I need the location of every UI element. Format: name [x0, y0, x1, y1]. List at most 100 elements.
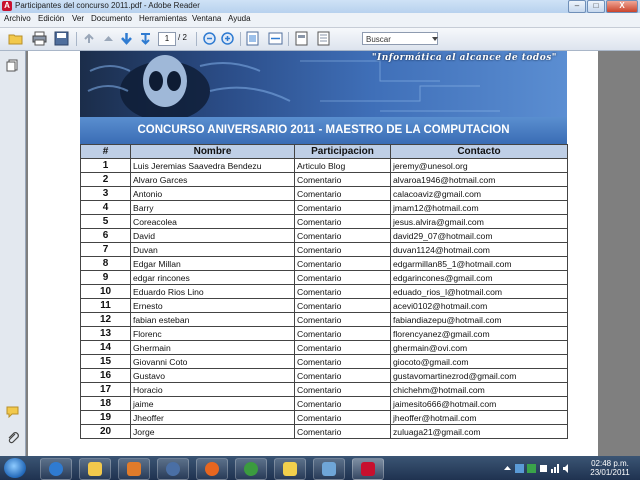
- row-number: 15: [80, 354, 131, 369]
- contact-email: giocoto@gmail.com: [390, 354, 568, 369]
- last-page-icon[interactable]: [138, 31, 153, 46]
- participation-type: Comentario: [294, 242, 391, 257]
- column-header-name: Nombre: [130, 144, 295, 159]
- close-button[interactable]: X: [606, 0, 638, 13]
- participation-type: Comentario: [294, 228, 391, 243]
- participation-type: Comentario: [294, 298, 391, 313]
- full-screen-icon[interactable]: [316, 31, 331, 46]
- chrome-button[interactable]: [235, 458, 267, 480]
- table-row: 3 Antonio Comentario calacoaviz@gmail.com: [80, 186, 568, 201]
- row-number: 20: [80, 424, 131, 439]
- participant-name: Alvaro Garces: [130, 172, 295, 187]
- table-row: 11 Ernesto Comentario acevi0102@hotmail.com: [80, 298, 568, 313]
- firefox-button[interactable]: [196, 458, 228, 480]
- explorer-folder-button[interactable]: [79, 458, 111, 480]
- participation-type: Comentario: [294, 186, 391, 201]
- fit-width-icon[interactable]: [268, 31, 283, 46]
- contact-email: fabiandiazepu@hotmail.com: [390, 312, 568, 327]
- zoom-out-icon[interactable]: [202, 31, 217, 46]
- network-app-button[interactable]: [313, 458, 345, 480]
- menu-bar: Archivo Edición Ver Documento Herramient…: [0, 13, 640, 28]
- participant-name: fabian esteban: [130, 312, 295, 327]
- column-header-contact: Contacto: [390, 144, 568, 159]
- page-number-input[interactable]: 1: [158, 32, 176, 46]
- table-row: 16 Gustavo Comentario gustavomartinezrod@gm…: [80, 368, 568, 383]
- fit-page-icon[interactable]: [245, 31, 260, 46]
- contact-email: duvan1124@hotmail.com: [390, 242, 568, 257]
- table-row: 7 Duvan Comentario duvan1124@hotmail.com: [80, 242, 568, 257]
- participation-type: Comentario: [294, 312, 391, 327]
- participation-type: Comentario: [294, 368, 391, 383]
- menu-ayuda[interactable]: Ayuda: [228, 14, 251, 23]
- attachments-icon[interactable]: [6, 431, 19, 444]
- network-icon[interactable]: [551, 464, 560, 473]
- zoom-in-icon[interactable]: [220, 31, 235, 46]
- show-hidden-icons-icon[interactable]: [503, 464, 512, 473]
- system-clock[interactable]: 02:48 p.m. 23/01/2011: [584, 459, 636, 477]
- participation-type: Comentario: [294, 424, 391, 439]
- table-row: 17 Horacio Comentario chichehm@hotmail.com: [80, 382, 568, 397]
- internet-explorer-button[interactable]: [40, 458, 72, 480]
- action-center-icon[interactable]: [539, 464, 548, 473]
- row-number: 9: [80, 270, 131, 285]
- menu-ventana[interactable]: Ventana: [192, 14, 221, 23]
- tray-app-icon[interactable]: [515, 464, 524, 473]
- comments-icon[interactable]: [6, 405, 19, 418]
- search-input[interactable]: Buscar: [362, 32, 438, 45]
- next-page-icon[interactable]: [119, 31, 134, 46]
- row-number: 18: [80, 396, 131, 411]
- volume-icon[interactable]: [563, 464, 572, 473]
- table-row: 18 jaime Comentario jaimesito666@hotmail.co…: [80, 396, 568, 411]
- contact-email: edgarincones@gmail.com: [390, 270, 568, 285]
- menu-ver[interactable]: Ver: [72, 14, 84, 23]
- participants-table: # Nombre Participacion Contacto 1 Luis Je…: [80, 144, 568, 439]
- chevron-down-icon[interactable]: [432, 37, 438, 41]
- participant-name: Ernesto: [130, 298, 295, 313]
- toolbar: 1 / 2 Buscar: [0, 28, 640, 51]
- contact-email: jmam12@hotmail.com: [390, 200, 568, 215]
- contact-email: zuluaga21@gmail.com: [390, 424, 568, 439]
- menu-edicion[interactable]: Edición: [38, 14, 64, 23]
- row-number: 11: [80, 298, 131, 313]
- menu-herramientas[interactable]: Herramientas: [139, 14, 187, 23]
- menu-archivo[interactable]: Archivo: [4, 14, 31, 23]
- minimize-button[interactable]: –: [568, 0, 586, 13]
- row-number: 13: [80, 326, 131, 341]
- previous-page-icon[interactable]: [101, 31, 116, 46]
- app-button[interactable]: [274, 458, 306, 480]
- media-player-button[interactable]: [118, 458, 150, 480]
- contact-email: edgarmillan85_1@hotmail.com: [390, 256, 568, 271]
- contact-email: gustavomartinezrod@gmail.com: [390, 368, 568, 383]
- table-row: 8 Edgar Millan Comentario edgarmillan85_1@h…: [80, 256, 568, 271]
- participant-name: Gustavo: [130, 368, 295, 383]
- row-number: 6: [80, 228, 131, 243]
- pages-icon[interactable]: [6, 59, 19, 72]
- participant-name: Coreacolea: [130, 214, 295, 229]
- participation-type: Comentario: [294, 214, 391, 229]
- participant-name: Florenc: [130, 326, 295, 341]
- column-header-number: #: [80, 144, 131, 159]
- contact-email: eduado_rios_l@hotmail.com: [390, 284, 568, 299]
- navigation-pane: [0, 51, 26, 456]
- tray-status-icon[interactable]: [527, 464, 536, 473]
- read-mode-icon[interactable]: [294, 31, 309, 46]
- participation-type: Comentario: [294, 396, 391, 411]
- table-row: 1 Luis Jeremias Saavedra Bendezu Articulo …: [80, 158, 568, 173]
- contact-email: jesus.alvira@gmail.com: [390, 214, 568, 229]
- contact-email: jeremy@unesol.org: [390, 158, 568, 173]
- participant-name: Horacio: [130, 382, 295, 397]
- menu-documento[interactable]: Documento: [91, 14, 132, 23]
- row-number: 1: [80, 158, 131, 173]
- first-page-icon[interactable]: [82, 31, 97, 46]
- open-folder-icon[interactable]: [8, 31, 23, 46]
- table-row: 5 Coreacolea Comentario jesus.alvira@gmail.…: [80, 214, 568, 229]
- start-button[interactable]: [4, 458, 26, 478]
- save-icon[interactable]: [54, 31, 69, 46]
- participant-name: Luis Jeremias Saavedra Bendezu: [130, 158, 295, 173]
- thunderbird-button[interactable]: [157, 458, 189, 480]
- adobe-reader-taskbar-button[interactable]: [352, 458, 384, 480]
- contact-email: jheoffer@hotmail.com: [390, 410, 568, 425]
- title-bar: A Participantes del concurso 2011.pdf - …: [0, 0, 640, 14]
- maximize-button[interactable]: □: [587, 0, 605, 13]
- print-icon[interactable]: [32, 31, 47, 46]
